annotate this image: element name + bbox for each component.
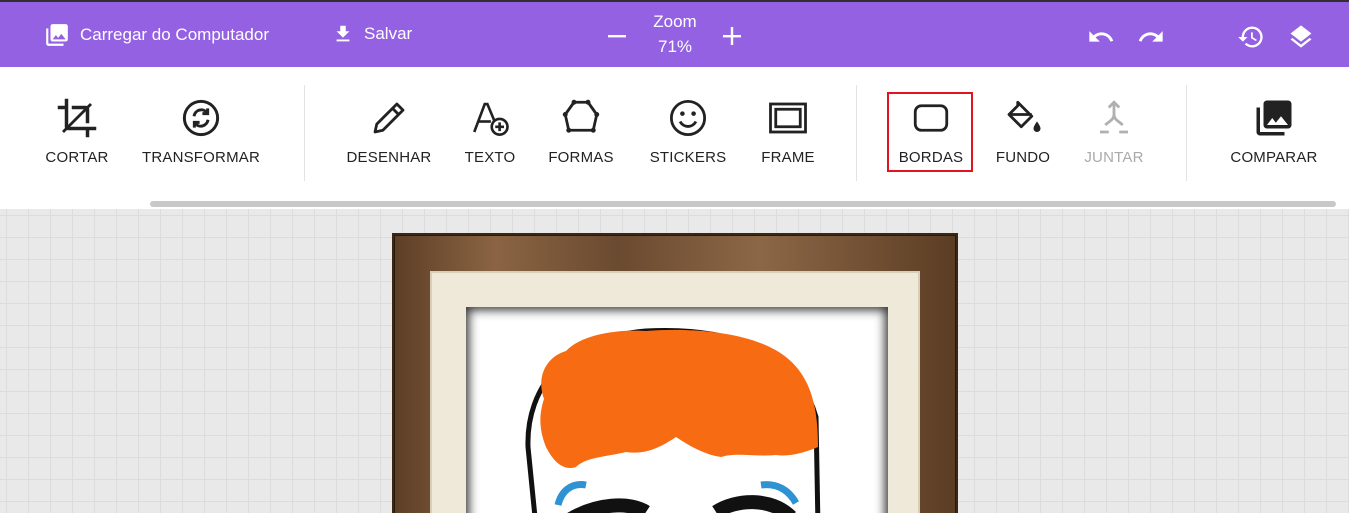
tool-compare[interactable]: COMPARAR xyxy=(1226,97,1322,166)
toolbar-divider xyxy=(304,85,305,181)
smiley-icon xyxy=(669,99,707,137)
toolbar-divider xyxy=(1186,85,1187,181)
tools-toolbar: CORTAR TRANSFORMAR DESENHAR TEXTO FORMAS… xyxy=(0,67,1349,209)
pencil-icon xyxy=(373,102,405,134)
history-button[interactable] xyxy=(1236,22,1266,52)
shapes-icon xyxy=(562,99,600,133)
editor-canvas[interactable] xyxy=(0,209,1349,513)
images-icon xyxy=(46,24,68,46)
tool-frame[interactable]: FRAME xyxy=(758,97,818,166)
tool-stickers[interactable]: STICKERS xyxy=(645,97,731,166)
minus-icon xyxy=(608,35,626,38)
tool-label: FUNDO xyxy=(995,149,1051,166)
plus-icon xyxy=(723,27,741,45)
zoom-in-button[interactable] xyxy=(720,24,744,48)
toolbar-divider xyxy=(856,85,857,181)
tool-label: CORTAR xyxy=(45,149,109,166)
zoom-control: Zoom 71% xyxy=(600,10,750,60)
zoom-label: Zoom xyxy=(653,12,697,31)
crop-icon xyxy=(57,98,97,138)
text-add-icon xyxy=(473,102,509,136)
compare-icon xyxy=(1256,100,1292,136)
tool-transform[interactable]: TRANSFORMAR xyxy=(138,97,264,166)
download-icon xyxy=(336,25,350,42)
tool-shapes[interactable]: FORMAS xyxy=(545,97,617,166)
tool-label: DESENHAR xyxy=(346,149,432,166)
tool-draw[interactable]: DESENHAR xyxy=(344,97,434,166)
tool-label: TEXTO xyxy=(464,149,516,166)
zoom-value: 71% xyxy=(657,37,693,56)
redo-button[interactable] xyxy=(1136,22,1166,52)
tool-merge[interactable]: JUNTAR xyxy=(1080,97,1148,166)
tool-label: FRAME xyxy=(761,149,815,166)
save-label: Salvar xyxy=(364,24,413,43)
tool-label: STICKERS xyxy=(649,149,727,166)
undo-button[interactable] xyxy=(1086,22,1116,52)
tool-label: JUNTAR xyxy=(1084,149,1144,166)
tool-label: COMPARAR xyxy=(1230,149,1318,166)
frame-icon xyxy=(769,102,807,134)
tool-crop[interactable]: CORTAR xyxy=(44,97,110,166)
layers-icon xyxy=(1290,25,1312,48)
top-bar: Carregar do Computador Salvar Zoom 71% xyxy=(0,0,1349,67)
drawing-image xyxy=(466,307,888,513)
redo-icon xyxy=(1138,31,1163,42)
upload-button[interactable]: Carregar do Computador xyxy=(44,22,269,48)
upload-label: Carregar do Computador xyxy=(80,25,269,44)
save-button[interactable]: Salvar xyxy=(332,22,412,46)
tool-text[interactable]: TEXTO xyxy=(462,97,518,166)
tool-label: TRANSFORMAR xyxy=(141,149,261,166)
merge-icon xyxy=(1100,100,1128,134)
selection-highlight xyxy=(887,92,973,172)
paint-bucket-icon xyxy=(1007,100,1041,132)
transform-icon xyxy=(182,99,220,137)
tool-background[interactable]: FUNDO xyxy=(992,97,1054,166)
undo-icon xyxy=(1089,31,1114,42)
zoom-out-button[interactable] xyxy=(605,24,629,48)
face-drawing xyxy=(525,328,821,513)
tool-label: FORMAS xyxy=(548,149,614,166)
toolbar-scrollbar[interactable] xyxy=(150,201,1336,207)
layers-button[interactable] xyxy=(1286,22,1316,52)
history-icon xyxy=(1238,26,1263,48)
